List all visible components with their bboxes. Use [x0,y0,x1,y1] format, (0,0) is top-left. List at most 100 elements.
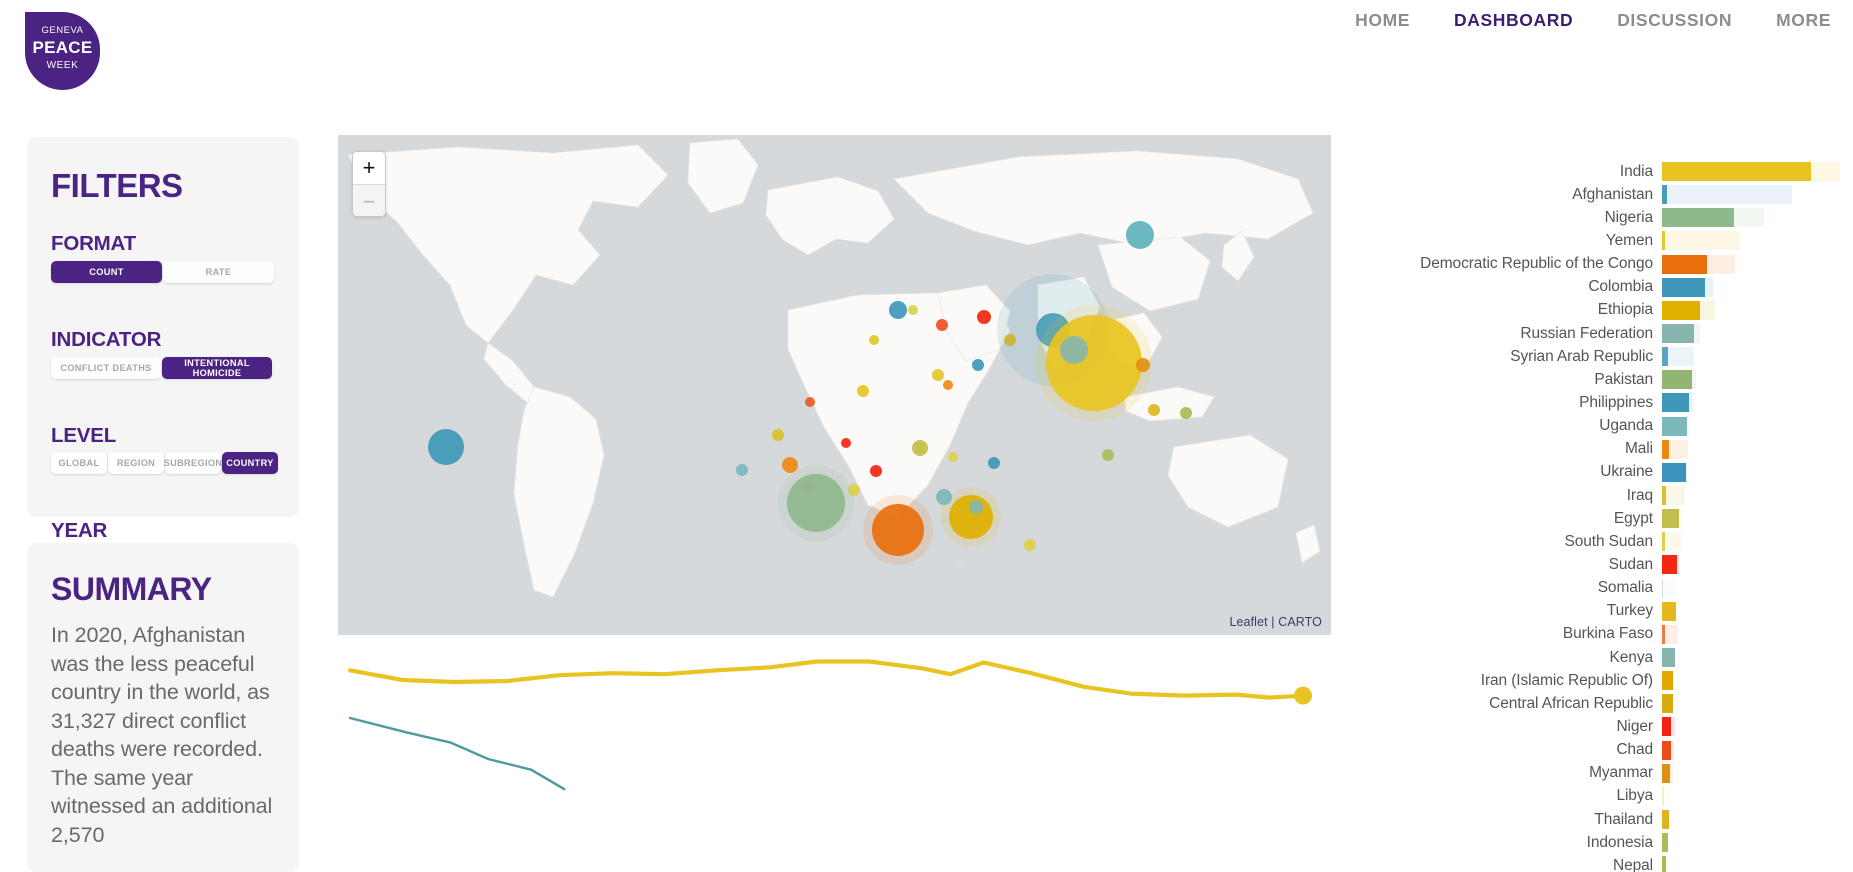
bar-row[interactable]: South Sudan [1390,530,1853,553]
map-bubble[interactable] [1024,539,1036,551]
bar-track [1662,786,1853,806]
bar-row[interactable]: Nigeria [1390,206,1853,229]
map-bubble[interactable] [1046,315,1142,411]
bar-row[interactable]: Central African Republic [1390,692,1853,715]
map-bubble[interactable] [857,385,869,397]
map-bubble[interactable] [969,500,983,514]
bar-row[interactable]: India [1390,160,1853,183]
nav-item-home[interactable]: HOME [1355,10,1410,31]
bar-row[interactable]: Sudan [1390,553,1853,576]
bar-row[interactable]: Ukraine [1390,461,1853,484]
map-bubble[interactable] [932,369,944,381]
bar-row[interactable]: Democratic Republic of the Congo [1390,253,1853,276]
bar-value-segment [1662,740,1671,760]
map-bubble[interactable] [428,429,464,465]
bar-row[interactable]: Nepal [1390,854,1853,872]
bar-row[interactable]: Colombia [1390,276,1853,299]
bar-value-segment [1662,393,1689,413]
bar-row[interactable]: Indonesia [1390,831,1853,854]
bar-row[interactable]: Thailand [1390,808,1853,831]
bar-label: Egypt [1613,509,1653,527]
level-option-country[interactable]: COUNTRY [222,452,278,474]
map-bubble[interactable] [955,560,965,570]
map-bubble[interactable] [1102,449,1114,461]
bar-row[interactable]: Uganda [1390,415,1853,438]
map-bubble[interactable] [782,457,798,473]
country-ranking-bar-chart[interactable]: India Afghanistan Nigeria Yemen Democratic R… [1390,160,1853,872]
nav-item-more[interactable]: MORE [1776,10,1831,31]
trend-line-endpoint-marker[interactable] [1294,686,1312,705]
bar-value-segment [1662,416,1687,436]
level-option-region[interactable]: REGION [108,452,164,474]
bar-row[interactable]: Chad [1390,739,1853,762]
bar-value-segment [1662,208,1735,228]
map-bubble[interactable] [736,464,748,476]
bar-row[interactable]: Egypt [1390,507,1853,530]
map-bubble[interactable] [870,465,882,477]
format-option-rate[interactable]: RATE [163,261,274,283]
map-bubble[interactable] [1060,336,1088,364]
bar-row[interactable]: Philippines [1390,391,1853,414]
bar-row[interactable]: Turkey [1390,600,1853,623]
indicator-option-conflict-deaths[interactable]: CONFLICT DEATHS [51,357,161,379]
map-bubble[interactable] [949,495,993,539]
format-option-count[interactable]: COUNT [51,261,162,283]
bar-value-segment [1662,300,1700,320]
map-bubble[interactable] [1136,358,1150,372]
level-option-subregion[interactable]: SUBREGION [164,452,222,474]
attribution-leaflet-link[interactable]: Leaflet [1229,615,1267,629]
bar-row[interactable]: Afghanistan [1390,183,1853,206]
map-bubble[interactable] [1180,407,1192,419]
level-option-global[interactable]: GLOBAL [51,452,107,474]
nav-item-dashboard[interactable]: DASHBOARD [1454,10,1573,31]
bar-row[interactable]: Somalia [1390,577,1853,600]
bar-row[interactable]: Russian Federation [1390,322,1853,345]
zoom-in-icon[interactable]: + [353,152,385,185]
map-bubble[interactable] [772,429,784,441]
map-bubble[interactable] [936,489,952,505]
bar-row[interactable]: Kenya [1390,646,1853,669]
bar-row[interactable]: Mali [1390,438,1853,461]
bar-row[interactable]: Ethiopia [1390,299,1853,322]
zoom-out-icon[interactable]: − [353,185,385,216]
bar-row[interactable]: Iran (Islamic Republic Of) [1390,669,1853,692]
bar-background-segment [1662,231,1740,251]
bar-row[interactable]: Pakistan [1390,368,1853,391]
bar-value-segment [1662,555,1677,575]
attribution-carto-link[interactable]: CARTO [1278,615,1322,629]
bar-track [1662,624,1853,644]
bar-row[interactable]: Burkina Faso [1390,623,1853,646]
bar-row[interactable]: Yemen [1390,229,1853,252]
filter-group-format: COUNT RATE [51,261,275,283]
map-bubble[interactable] [805,397,815,407]
map-bubble[interactable] [948,452,958,462]
map-bubble[interactable] [972,359,984,371]
bar-row[interactable]: Syrian Arab Republic [1390,345,1853,368]
map-bubble[interactable] [841,438,851,448]
geneva-peace-week-logo[interactable]: GENEVA PEACE WEEK [25,12,100,90]
indicator-option-intentional-homicide[interactable]: INTENTIONAL HOMICIDE [162,357,272,379]
map-bubble[interactable] [872,504,924,556]
map-bubble[interactable] [912,440,928,456]
bar-value-segment [1662,694,1674,714]
map-bubble[interactable] [787,474,845,532]
map-bubble[interactable] [1148,404,1160,416]
map-bubble[interactable] [936,319,948,331]
bar-row[interactable]: Libya [1390,785,1853,808]
nav-item-discussion[interactable]: DISCUSSION [1617,10,1732,31]
trend-line-chart[interactable] [338,640,1331,872]
map-bubble[interactable] [988,457,1000,469]
bar-label: Libya [1616,787,1653,805]
map-bubble[interactable] [889,301,907,319]
world-map[interactable]: + − Leaflet | CARTO [338,135,1331,635]
map-bubble[interactable] [943,380,953,390]
bar-track [1662,601,1853,621]
bar-row[interactable]: Myanmar [1390,762,1853,785]
map-bubble[interactable] [977,310,991,324]
map-bubble[interactable] [869,335,879,345]
map-bubble[interactable] [1126,221,1154,249]
map-bubble[interactable] [908,305,918,315]
bar-row[interactable]: Niger [1390,715,1853,738]
bar-row[interactable]: Iraq [1390,484,1853,507]
map-canvas[interactable] [338,135,1331,635]
